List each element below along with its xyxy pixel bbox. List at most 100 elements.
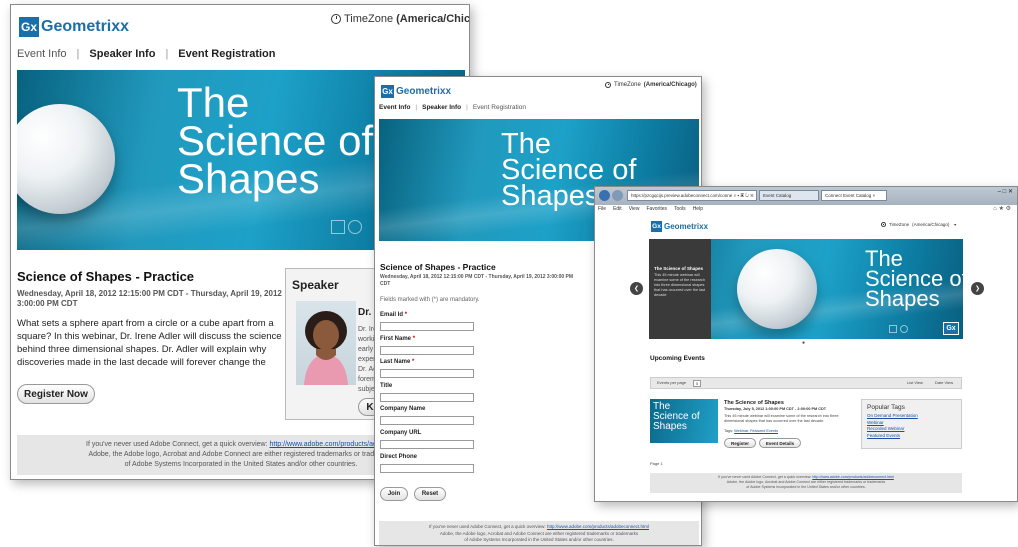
required-mark: * xyxy=(412,359,415,366)
join-button[interactable]: Join xyxy=(380,487,408,501)
browser-tab-connect-event-catalog[interactable]: Connect Event Catalog × xyxy=(821,190,887,201)
catalog-register-button[interactable]: Register xyxy=(724,438,756,448)
form-input-email-id[interactable] xyxy=(380,322,474,331)
event-date: Wednesday, April 18, 2012 12:15:00 PM CD… xyxy=(17,289,282,308)
popular-tags-title: Popular Tags xyxy=(867,404,905,411)
form-input-company-url[interactable] xyxy=(380,440,474,449)
form-input-title[interactable] xyxy=(380,392,474,402)
browser-toolbar-icons[interactable]: ⌂ ★ ⚙ xyxy=(993,205,1011,212)
register-now-button[interactable]: Register Now xyxy=(17,384,95,404)
menu-file[interactable]: File xyxy=(598,206,606,212)
tag-featured-events[interactable]: Featured Events xyxy=(867,433,956,440)
event-date: Wednesday, April 18, 2012 12:15:00 PM CD… xyxy=(380,274,574,287)
close-tab-icon[interactable]: × xyxy=(873,193,876,198)
menu-help[interactable]: Help xyxy=(693,206,703,212)
timezone-selector[interactable]: TimeZone (America/Chicago) ▼ xyxy=(605,82,702,88)
banner-headline: The Science of Shapes xyxy=(865,246,963,311)
logo-name: Geometrixx xyxy=(41,18,130,35)
date-view-toggle[interactable]: Date View xyxy=(935,378,953,388)
form-field-label: Direct Phone xyxy=(380,453,418,460)
upcoming-events-title: Upcoming Events xyxy=(650,355,705,362)
tab-event-info[interactable]: Event Info xyxy=(17,48,67,60)
clock-icon xyxy=(881,222,886,227)
events-per-page-select[interactable]: 5 xyxy=(693,380,702,387)
carousel-prev-button[interactable]: ❮ xyxy=(630,282,643,295)
form-input-company-name[interactable] xyxy=(380,416,474,426)
events-per-page-label: Events per page xyxy=(657,380,687,385)
shapes-icon xyxy=(331,220,362,234)
menu-favorites[interactable]: Favorites xyxy=(646,206,667,212)
tab-event-info[interactable]: Event Info xyxy=(379,104,410,111)
catalog-event-title[interactable]: The Science of Shapes xyxy=(724,400,784,406)
form-input-last-name[interactable] xyxy=(380,369,474,379)
event-title: Science of Shapes - Practice xyxy=(380,262,496,272)
slide-caption-title: The Science of Shapes xyxy=(654,266,704,271)
event-title: Science of Shapes - Practice xyxy=(17,269,195,284)
adobe-connect-link[interactable]: http://www.adobe.com/products/adobeconne… xyxy=(812,475,894,479)
carousel-next-button[interactable]: ❯ xyxy=(971,282,984,295)
form-input-direct-phone[interactable] xyxy=(380,463,474,473)
form-field-label: Title xyxy=(380,382,393,389)
speaker-photo xyxy=(296,301,356,385)
window-controls[interactable]: ‒ □ ✕ xyxy=(998,188,1013,195)
timezone-value: (America/Chicago) xyxy=(643,82,697,88)
tab-event-registration[interactable]: Event Registration xyxy=(473,104,526,111)
browser-forward-icon[interactable] xyxy=(612,190,623,201)
reset-button[interactable]: Reset xyxy=(414,487,446,501)
slide-caption-box: The Science of Shapes This 45 minute web… xyxy=(649,239,711,339)
browser-window-event-catalog: https://pzcgqcijs.preview.adobeconnect.c… xyxy=(594,186,1018,502)
tab-event-registration[interactable]: Event Registration xyxy=(178,48,275,60)
tab-speaker-info[interactable]: Speaker Info xyxy=(89,48,155,60)
logo-mark: Gx xyxy=(381,85,394,98)
chevron-down-icon: ▼ xyxy=(701,83,702,88)
browser-back-icon[interactable] xyxy=(599,190,610,201)
carousel-dot[interactable]: ● xyxy=(802,340,805,346)
menu-edit[interactable]: Edit xyxy=(613,206,622,212)
catalog-event-desc: This 45 minute webinar will examine some… xyxy=(724,414,839,423)
required-mark: * xyxy=(412,335,416,342)
tag-links[interactable]: Webinar, Featured Events xyxy=(734,429,778,433)
shapes-icon xyxy=(889,325,908,333)
catalog-event-date: Thursday, July 5, 2012 1:00:00 PM CDT - … xyxy=(724,407,827,411)
menu-tools[interactable]: Tools xyxy=(674,206,686,212)
event-nav: Event Info | Speaker Info | Event Registra… xyxy=(17,48,276,60)
event-description: What sets a sphere apart from a circle o… xyxy=(17,318,282,368)
slide-caption-body: This 45 minute webinar will examine some… xyxy=(654,273,706,297)
tab-speaker-info[interactable]: Speaker Info xyxy=(422,104,461,111)
timezone-selector[interactable]: TimeZone (America/Chicago) ▼ xyxy=(881,222,957,227)
clock-icon xyxy=(605,82,611,88)
page-indicator[interactable]: Page 1 xyxy=(650,461,663,466)
menu-view[interactable]: View xyxy=(629,206,640,212)
event-carousel: The Science of Shapes This 45 minute web… xyxy=(649,239,963,339)
adobe-connect-link[interactable]: http://www.adobe.com/products/adobeconne… xyxy=(547,524,649,529)
footer: If you've never used Adobe Connect, get … xyxy=(650,473,962,493)
browser-titlebar: https://pzcgqcijs.preview.adobeconnect.c… xyxy=(595,187,1017,205)
logo-name: Geometrixx xyxy=(664,222,709,231)
logo-name: Geometrixx xyxy=(396,86,452,97)
gx-corner-logo: Gx xyxy=(943,322,959,335)
required-mark: * xyxy=(404,312,408,318)
address-bar-controls[interactable]: ⌕ ▾ ▣ ↻ ✕ xyxy=(734,193,754,198)
footer: If you've never used Adobe Connect, get … xyxy=(379,521,699,545)
timezone-value: (America/Chicago) xyxy=(912,222,950,227)
geometrixx-logo[interactable]: Gx Geometrixx xyxy=(381,85,451,98)
list-view-toggle[interactable]: List View xyxy=(907,378,923,388)
timezone-label: TimeZone xyxy=(614,82,641,88)
geometrixx-logo[interactable]: Gx Geometrixx xyxy=(651,221,708,232)
browser-tab-event-catalog[interactable]: Event Catalog xyxy=(759,190,819,201)
form-field-label: Company URL xyxy=(380,430,422,436)
mandatory-note: Fields marked with (*) are mandatory. xyxy=(380,297,480,303)
geometrixx-logo[interactable]: Gx Geometrixx xyxy=(19,17,129,37)
form-field-label: Last Name * xyxy=(380,359,415,366)
timezone-selector[interactable]: TimeZone (America/Chicago) ▼ xyxy=(331,13,469,25)
timezone-label: TimeZone xyxy=(889,222,910,227)
event-thumbnail[interactable]: The Science of Shapes xyxy=(650,399,718,443)
address-bar[interactable]: https://pzcgqcijs.preview.adobeconnect.c… xyxy=(627,190,757,201)
form-input-first-name[interactable] xyxy=(380,345,474,355)
event-details-button[interactable]: Event Details xyxy=(759,438,801,448)
browser-menubar: File Edit View Favorites Tools Help xyxy=(598,206,710,212)
catalog-event-tags: Tags: Webinar, Featured Events xyxy=(724,429,778,433)
chevron-down-icon: ▼ xyxy=(953,222,957,227)
sphere-image xyxy=(737,249,817,329)
speaker-heading: Speaker xyxy=(292,278,339,292)
